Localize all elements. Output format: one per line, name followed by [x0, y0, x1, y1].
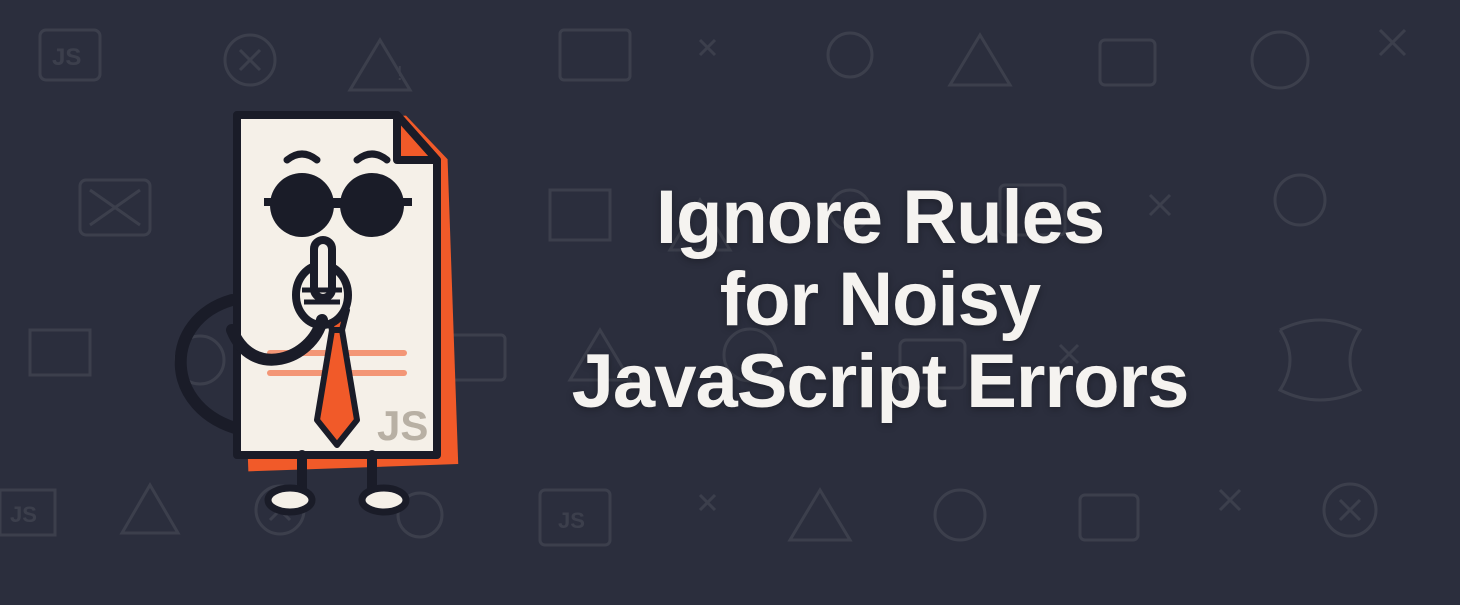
mascot-character: JS	[172, 80, 492, 520]
mascot-js-label: JS	[377, 402, 428, 449]
title-line-2: for Noisy	[720, 257, 1040, 342]
title-line-3: JavaScript Errors	[572, 339, 1189, 424]
hero-title: Ignore Rules for Noisy JavaScript Errors	[572, 177, 1189, 423]
hero-content: JS Ignore Rules for Noisy JavaScript Err…	[0, 0, 1460, 600]
title-line-1: Ignore Rules	[656, 175, 1104, 260]
